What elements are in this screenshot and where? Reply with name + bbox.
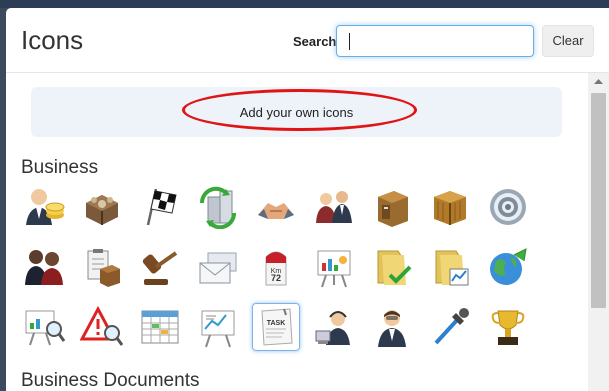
pipette-icon[interactable] [426, 303, 474, 351]
text-caret [349, 33, 350, 50]
task-note-text: TASK [267, 320, 286, 327]
trophy-icon[interactable] [484, 303, 532, 351]
treasure-chest-icon[interactable] [78, 183, 126, 231]
highlight-ellipse [182, 89, 417, 131]
dialog-title: Icons [21, 25, 84, 55]
globe-arrow-icon[interactable] [484, 243, 532, 291]
signpost-number-text: 72 [271, 273, 281, 283]
gavel-icon[interactable] [136, 243, 184, 291]
km-signpost-icon[interactable]: Km 72 [252, 243, 300, 291]
folder-chart-icon[interactable] [426, 243, 474, 291]
search-input[interactable] [336, 25, 534, 57]
support-agent-icon[interactable] [310, 303, 358, 351]
clear-button[interactable]: Clear [542, 25, 594, 57]
envelopes-icon[interactable] [194, 243, 242, 291]
add-icons-panel[interactable]: Add your own icons [31, 87, 562, 137]
user-money-icon[interactable] [20, 183, 68, 231]
meeting-icon[interactable] [310, 183, 358, 231]
businessmen-pair-icon[interactable] [20, 243, 68, 291]
icon-row [20, 183, 532, 231]
businessman-icon[interactable] [368, 303, 416, 351]
task-note-icon[interactable]: TASK [252, 303, 300, 351]
section-title-business: Business [21, 157, 99, 178]
whiteboard-chart-icon[interactable] [194, 303, 242, 351]
clipboard-box-icon[interactable] [78, 243, 126, 291]
target-icon[interactable] [484, 183, 532, 231]
search-label: Search [293, 34, 337, 49]
calendar-grid-icon[interactable] [136, 303, 184, 351]
window-top-bar [0, 0, 609, 8]
scroll-up-icon[interactable] [588, 73, 609, 90]
icon-row: TASK [20, 303, 532, 351]
wooden-crate-icon[interactable] [426, 183, 474, 231]
folder-check-icon[interactable] [368, 243, 416, 291]
scrollbar[interactable] [588, 73, 609, 391]
icon-gallery: Add your own icons Business Km 72 TASK B… [6, 73, 588, 391]
presentation-board-icon[interactable] [310, 243, 358, 291]
scroll-thumb[interactable] [591, 93, 606, 308]
section-title-business-documents: Business Documents [21, 370, 200, 391]
presentation-search-icon[interactable] [20, 303, 68, 351]
handshake-icon[interactable] [252, 183, 300, 231]
icons-dialog: Icons Search Clear Add your own icons Bu… [6, 8, 609, 391]
recycle-building-icon[interactable] [194, 183, 242, 231]
cabinet-box-icon[interactable] [368, 183, 416, 231]
warning-search-icon[interactable] [78, 303, 126, 351]
dialog-header: Icons Search Clear [6, 8, 609, 73]
icon-row: Km 72 [20, 243, 532, 291]
checkered-flag-icon[interactable] [136, 183, 184, 231]
